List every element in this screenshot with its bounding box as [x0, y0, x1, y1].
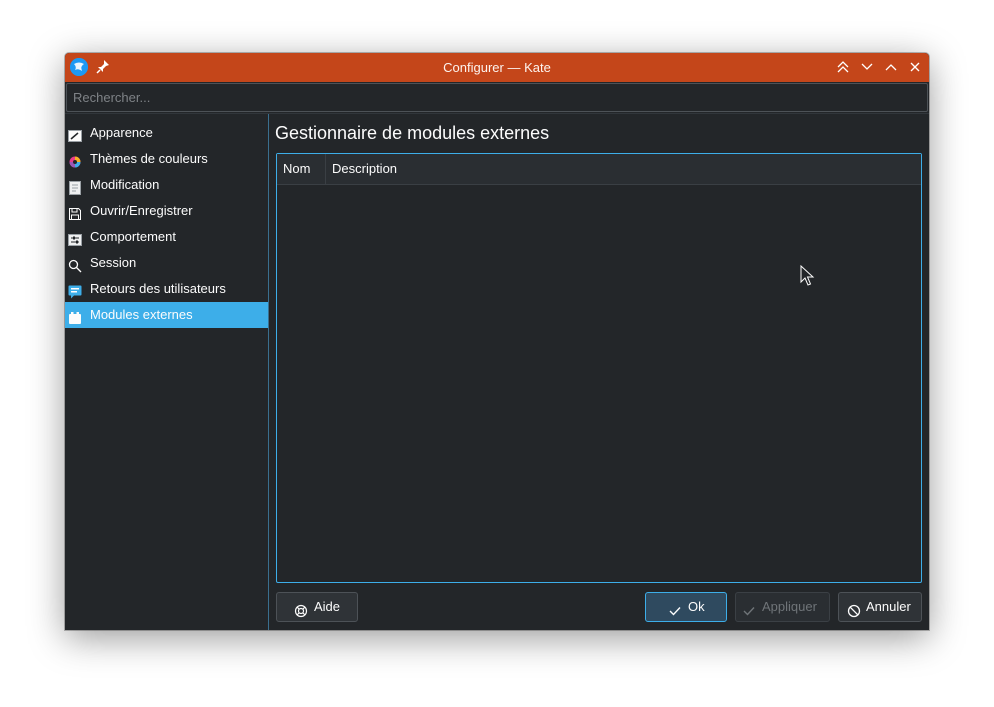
- sidebar-item-session[interactable]: Session: [65, 250, 268, 276]
- sidebar-item-label: Apparence: [90, 125, 153, 140]
- save-icon: [68, 204, 82, 220]
- mouse-cursor-icon: [800, 264, 816, 287]
- table-header: Nom Description: [277, 154, 921, 185]
- sidebar-item-color-themes[interactable]: Thèmes de couleurs: [65, 146, 268, 172]
- sidebar: Apparence Thèmes de couleurs Modificatio…: [65, 114, 268, 630]
- sidebar-item-label: Comportement: [90, 229, 176, 244]
- plugin-table[interactable]: Nom Description: [276, 153, 922, 583]
- plugin-icon: [68, 308, 82, 324]
- sidebar-item-label: Thèmes de couleurs: [90, 151, 208, 166]
- behavior-icon: [68, 230, 82, 246]
- title-bar[interactable]: Configurer — Kate: [65, 53, 929, 82]
- cancel-button[interactable]: Annuler: [838, 592, 922, 622]
- sidebar-item-label: Modules externes: [90, 307, 193, 322]
- sidebar-divider: [268, 114, 269, 630]
- sidebar-item-label: Modification: [90, 177, 160, 192]
- editing-icon: [68, 178, 82, 195]
- color-themes-icon: [68, 152, 82, 168]
- sidebar-item-appearance[interactable]: Apparence: [65, 120, 268, 146]
- feedback-icon: [68, 282, 82, 299]
- column-header-name[interactable]: Nom: [283, 154, 310, 184]
- help-icon: [294, 600, 308, 618]
- page-title: Gestionnaire de modules externes: [275, 123, 550, 143]
- ok-button-label: Ok: [688, 599, 705, 614]
- window-title: Configurer — Kate: [443, 60, 551, 75]
- sidebar-item-plugins[interactable]: Modules externes: [65, 302, 268, 328]
- close-icon[interactable]: [907, 59, 923, 75]
- check-icon: [668, 600, 682, 616]
- sidebar-item-behavior[interactable]: Comportement: [65, 224, 268, 250]
- sidebar-item-open-save[interactable]: Ouvrir/Enregistrer: [65, 198, 268, 224]
- ok-button[interactable]: Ok: [645, 592, 727, 622]
- check-icon: [742, 600, 756, 616]
- maximize-icon[interactable]: [883, 59, 899, 75]
- help-button-label: Aide: [314, 599, 341, 614]
- cancel-button-label: Annuler: [866, 599, 911, 614]
- minimize-icon[interactable]: [859, 59, 875, 75]
- apply-button-label: Appliquer: [762, 599, 817, 614]
- apply-button[interactable]: Appliquer: [735, 592, 830, 622]
- column-header-description[interactable]: Description: [332, 154, 397, 184]
- sidebar-item-editing[interactable]: Modification: [65, 172, 268, 198]
- appearance-icon: [68, 126, 82, 142]
- search-input[interactable]: Rechercher...: [66, 83, 928, 112]
- config-dialog: Configurer — Kate Rechercher... Apparenc…: [65, 53, 929, 630]
- column-divider[interactable]: [325, 154, 326, 184]
- sidebar-item-user-feedback[interactable]: Retours des utilisateurs: [65, 276, 268, 302]
- sidebar-item-label: Retours des utilisateurs: [90, 281, 226, 296]
- sidebar-item-label: Ouvrir/Enregistrer: [90, 203, 193, 218]
- help-button[interactable]: Aide: [276, 592, 358, 622]
- search-icon: [68, 256, 82, 273]
- sidebar-item-label: Session: [90, 255, 137, 270]
- keep-above-icon[interactable]: [835, 59, 851, 75]
- cancel-icon: [847, 600, 861, 618]
